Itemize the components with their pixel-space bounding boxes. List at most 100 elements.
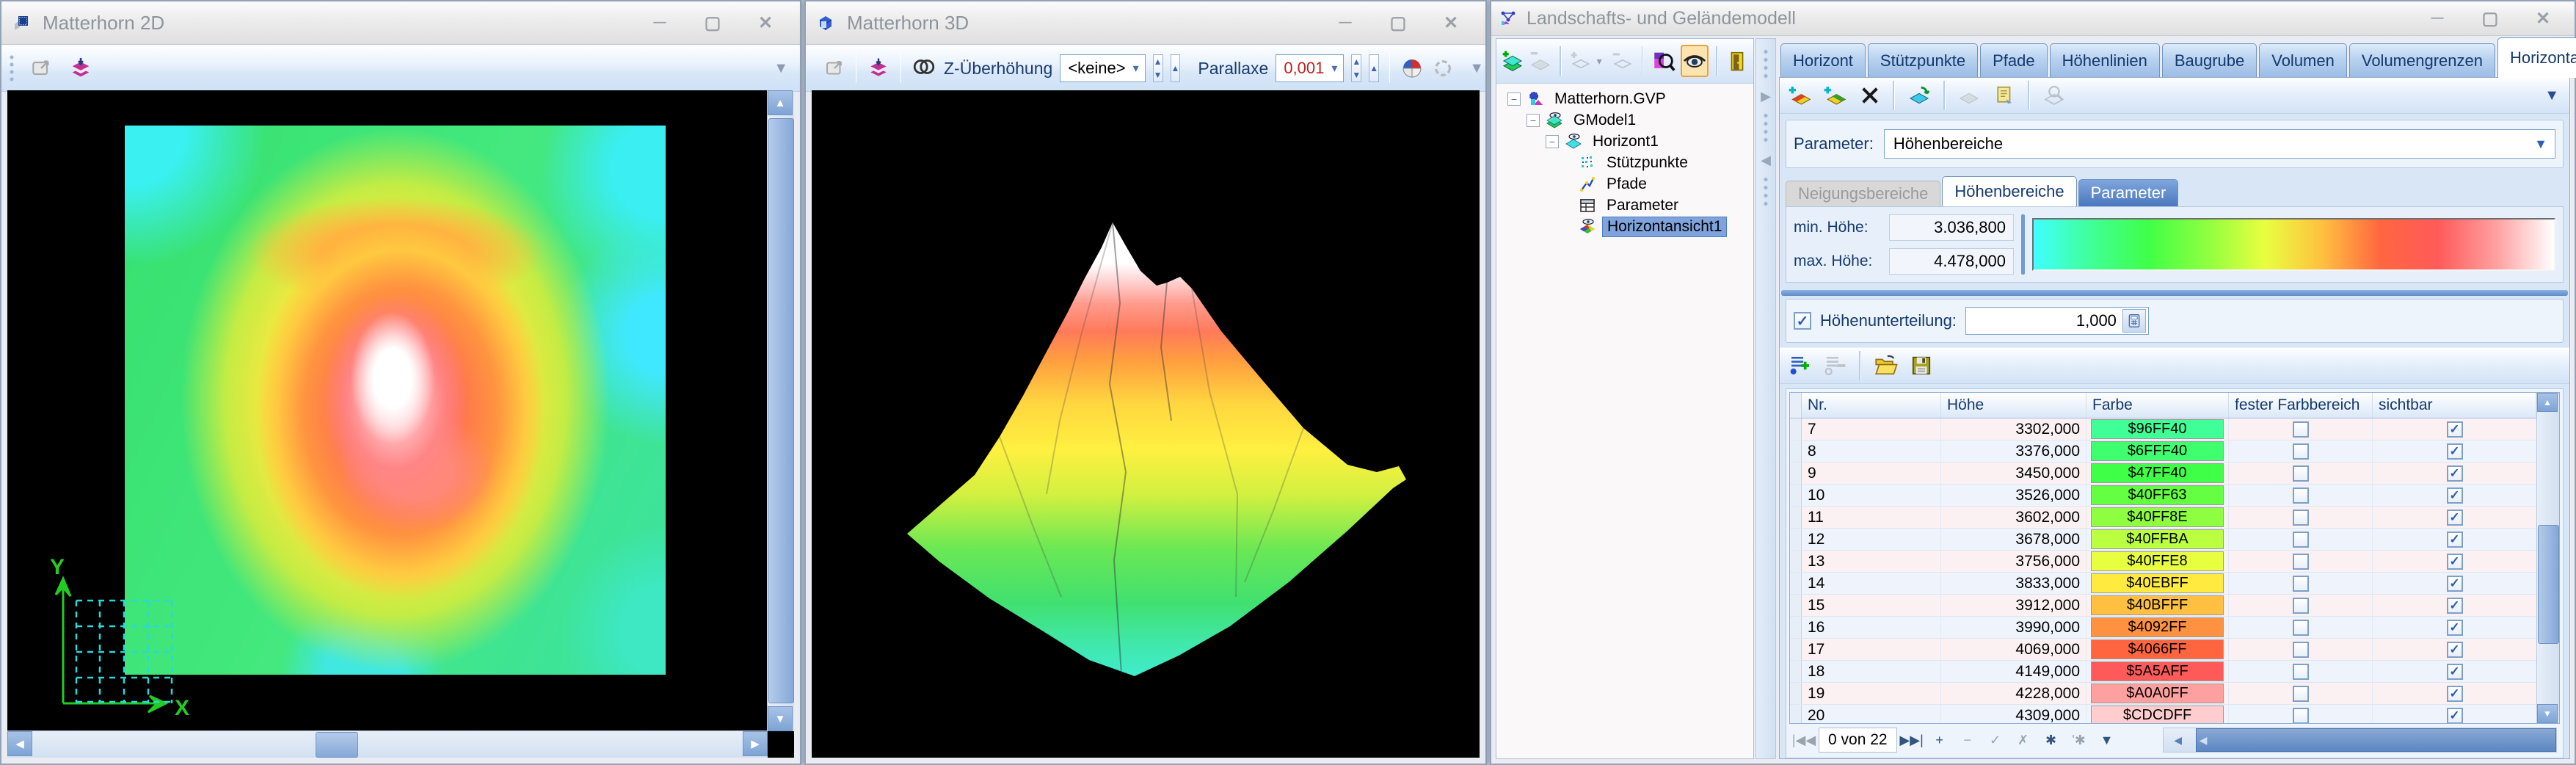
toolbar-overflow-icon[interactable]: ▼ bbox=[1469, 60, 1488, 77]
checkbox[interactable] bbox=[2293, 642, 2309, 658]
maximize-icon[interactable]: ▢ bbox=[696, 10, 729, 35]
cell-hoehe[interactable]: 3376,000 bbox=[1941, 440, 2086, 462]
checkbox[interactable]: ✓ bbox=[2447, 620, 2463, 636]
row-selector[interactable] bbox=[1790, 529, 1802, 550]
column-header[interactable]: Nr. bbox=[1802, 393, 1941, 418]
color-swatch[interactable]: $5A5AFF bbox=[2091, 661, 2224, 681]
row-selector[interactable] bbox=[1790, 463, 1802, 484]
cell-nr[interactable]: 16 bbox=[1802, 617, 1941, 638]
table-row[interactable]: 83376,000$6FFF40 ✓ bbox=[1790, 440, 2536, 463]
cell-farbe[interactable]: $40BFFF bbox=[2086, 595, 2229, 616]
cell-hoehe[interactable]: 3526,000 bbox=[1941, 485, 2086, 506]
add-row-icon[interactable] bbox=[1786, 349, 1815, 382]
scroll-up-icon[interactable]: ▲ bbox=[768, 90, 793, 115]
tree-item-parameter[interactable]: Parameter bbox=[1496, 195, 1753, 216]
cell-fester-farbbereich[interactable] bbox=[2229, 683, 2373, 704]
cell-sichtbar[interactable]: ✓ bbox=[2373, 661, 2536, 682]
cell-farbe[interactable]: $4092FF bbox=[2086, 617, 2229, 638]
tab-höhenlinien[interactable]: Höhenlinien bbox=[2050, 43, 2160, 78]
add-model-icon[interactable] bbox=[1501, 45, 1524, 77]
zoom-layer-icon[interactable] bbox=[2039, 79, 2070, 112]
cell-sichtbar[interactable]: ✓ bbox=[2373, 440, 2536, 462]
cell-fester-farbbereich[interactable] bbox=[2229, 617, 2373, 638]
horizontal-scrollbar-2d[interactable]: ◀ ▶ bbox=[7, 730, 768, 758]
cell-sichtbar[interactable]: ✓ bbox=[2373, 595, 2536, 616]
color-swatch[interactable]: $40FF63 bbox=[2091, 485, 2224, 505]
cell-farbe[interactable]: $47FF40 bbox=[2086, 463, 2229, 484]
cell-farbe[interactable]: $40FF8E bbox=[2086, 507, 2229, 528]
viewport-2d[interactable]: Y X ▲ ▼ ◀ ▶ bbox=[7, 90, 794, 758]
cell-nr[interactable]: 19 bbox=[1802, 683, 1941, 704]
tab-horizontansicht[interactable]: Horizontansicht bbox=[2497, 37, 2576, 78]
titlebar-lgm[interactable]: Landschafts- und Geländemodell ─ ▢ ✕ bbox=[1491, 1, 2575, 36]
layer-disabled-icon[interactable] bbox=[1954, 79, 1984, 112]
cell-nr[interactable]: 15 bbox=[1802, 595, 1941, 616]
delete-icon[interactable] bbox=[1856, 79, 1884, 112]
column-header[interactable]: Farbe bbox=[2086, 393, 2229, 418]
checkbox[interactable]: ✓ bbox=[2447, 443, 2463, 460]
orbit-icon[interactable] bbox=[1431, 52, 1455, 84]
toolbar-overflow-icon[interactable]: ▼ bbox=[774, 60, 793, 77]
color-swatch[interactable]: $47FF40 bbox=[2091, 463, 2224, 483]
tab-volumen[interactable]: Volumen bbox=[2259, 43, 2347, 78]
remove-child-icon[interactable] bbox=[1611, 45, 1634, 77]
scrollbar-thumb[interactable] bbox=[768, 118, 794, 703]
tree-item-pfade[interactable]: Pfade bbox=[1496, 173, 1753, 195]
cell-sichtbar[interactable]: ✓ bbox=[2373, 683, 2536, 704]
chevron-down-icon[interactable]: ▾ bbox=[1133, 61, 1145, 76]
cell-farbe[interactable]: $CDCDFF bbox=[2086, 705, 2229, 723]
cell-nr[interactable]: 8 bbox=[1802, 440, 1941, 462]
row-selector[interactable] bbox=[1790, 551, 1802, 572]
row-selector[interactable] bbox=[1790, 705, 1802, 723]
cell-nr[interactable]: 13 bbox=[1802, 551, 1941, 572]
row-selector[interactable] bbox=[1790, 661, 1802, 682]
minimize-icon[interactable]: ─ bbox=[643, 10, 677, 35]
row-selector[interactable] bbox=[1790, 639, 1802, 660]
cell-fester-farbbereich[interactable] bbox=[2229, 595, 2373, 616]
row-selector[interactable] bbox=[1790, 440, 1802, 462]
parameter-select[interactable]: Höhenbereiche ▼ bbox=[1884, 129, 2555, 159]
cell-fester-farbbereich[interactable] bbox=[2229, 639, 2373, 660]
checkbox[interactable] bbox=[2293, 510, 2309, 526]
checkbox[interactable] bbox=[2293, 686, 2309, 702]
checkbox[interactable]: ✓ bbox=[2447, 708, 2463, 724]
checkbox[interactable] bbox=[2293, 421, 2309, 438]
remove-row-icon[interactable] bbox=[1821, 349, 1850, 382]
row-selector[interactable] bbox=[1790, 418, 1802, 440]
color-swatch[interactable]: $96FF40 bbox=[2091, 419, 2224, 439]
color-swatch[interactable]: $40EBFF bbox=[2091, 573, 2224, 593]
color-swatch[interactable]: $CDCDFF bbox=[2091, 706, 2224, 723]
checkbox[interactable] bbox=[2293, 487, 2309, 504]
cell-farbe[interactable]: $6FFF40 bbox=[2086, 440, 2229, 462]
cell-hoehe[interactable]: 4069,000 bbox=[1941, 639, 2086, 660]
cell-fester-farbbereich[interactable] bbox=[2229, 529, 2373, 550]
minimize-icon[interactable]: ─ bbox=[1328, 10, 1362, 35]
scrollbar-thumb[interactable]: ◀ bbox=[2196, 728, 2556, 752]
maximize-icon[interactable]: ▢ bbox=[2473, 6, 2507, 31]
hoehenunterteilung-checkbox[interactable]: ✓ bbox=[1794, 312, 1811, 330]
collapse-icon[interactable]: − bbox=[1527, 114, 1540, 127]
checkbox[interactable]: ✓ bbox=[2447, 465, 2463, 482]
cell-fester-farbbereich[interactable] bbox=[2229, 551, 2373, 572]
cell-hoehe[interactable]: 4149,000 bbox=[1941, 661, 2086, 682]
table-row[interactable]: 73302,000$96FF40✓ bbox=[1790, 418, 2536, 440]
cell-farbe[interactable]: $A0A0FF bbox=[2086, 683, 2229, 704]
scroll-down-icon[interactable]: ▼ bbox=[768, 706, 793, 731]
row-selector[interactable] bbox=[1790, 595, 1802, 616]
cell-farbe[interactable]: $4066FF bbox=[2086, 639, 2229, 660]
scrollbar-thumb[interactable] bbox=[2538, 525, 2559, 644]
cell-fester-farbbereich[interactable] bbox=[2229, 573, 2373, 594]
row-selector[interactable] bbox=[1790, 485, 1802, 506]
checkbox[interactable] bbox=[2293, 443, 2309, 460]
scrollbar-thumb[interactable] bbox=[316, 732, 358, 758]
collapse-left-icon[interactable]: ◀ bbox=[1761, 153, 1771, 168]
vertical-scrollbar-2d[interactable]: ▲ ▼ bbox=[767, 90, 794, 731]
tree-item-project[interactable]: − Matterhorn.GVP bbox=[1496, 88, 1753, 109]
color-swatch[interactable]: $A0A0FF bbox=[2091, 684, 2224, 703]
viewport-3d[interactable] bbox=[812, 90, 1480, 758]
tab-horizont[interactable]: Horizont bbox=[1780, 43, 1866, 78]
checkbox[interactable]: ✓ bbox=[2447, 510, 2463, 526]
chevron-down-icon[interactable]: ▾ bbox=[1331, 61, 1343, 76]
nav-first-icon[interactable]: |◀◀ bbox=[1791, 728, 1817, 752]
table-vertical-scrollbar[interactable]: ▲ ▼ bbox=[2536, 393, 2559, 723]
